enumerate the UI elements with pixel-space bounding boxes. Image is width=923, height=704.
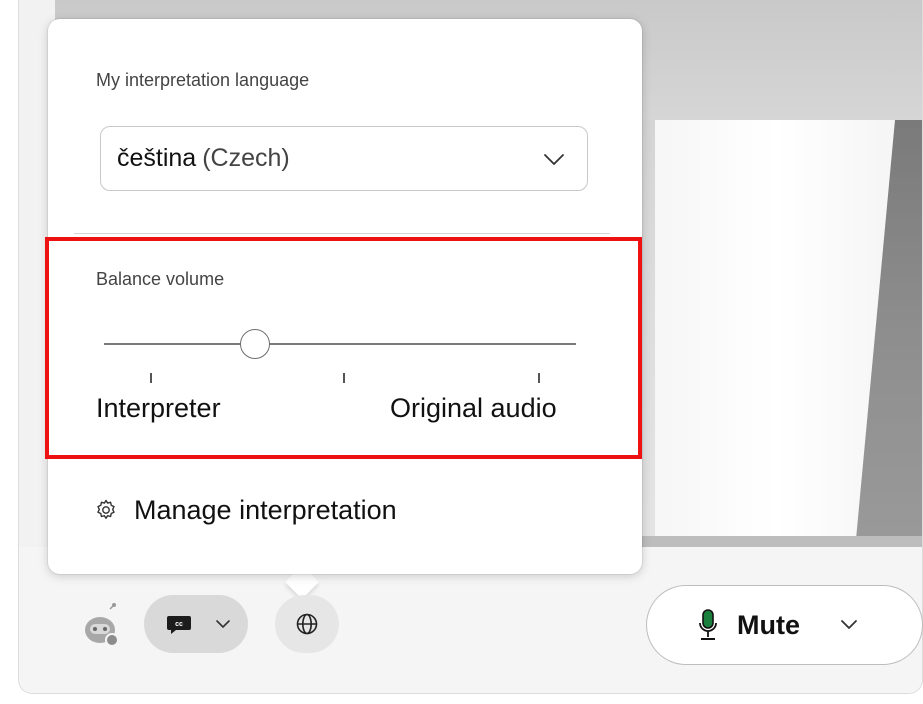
captions-button[interactable]: cc bbox=[144, 595, 248, 653]
balance-volume-slider-thumb[interactable] bbox=[240, 329, 271, 359]
cc-icon: cc bbox=[167, 616, 191, 634]
bot-avatar-icon[interactable] bbox=[80, 600, 124, 646]
balance-volume-label: Balance volume bbox=[96, 269, 225, 289]
slider-tick bbox=[150, 373, 152, 383]
manage-interpretation-button[interactable]: Manage interpretation bbox=[94, 488, 397, 532]
interpretation-language-label: My interpretation language bbox=[96, 70, 310, 90]
microphone-icon bbox=[699, 609, 717, 640]
language-select-value-sub: (Czech) bbox=[202, 144, 290, 172]
globe-icon bbox=[296, 613, 318, 635]
popup-divider bbox=[74, 233, 610, 234]
chevron-down-icon bbox=[216, 620, 230, 628]
chevron-down-icon bbox=[544, 154, 564, 165]
slider-label-interpreter: Interpreter bbox=[96, 393, 221, 423]
interpretation-language-select[interactable]: čeština (Czech) bbox=[100, 126, 588, 191]
slider-tick bbox=[343, 373, 345, 383]
mute-label: Mute bbox=[737, 609, 800, 640]
gear-icon bbox=[97, 499, 115, 519]
manage-interpretation-label: Manage interpretation bbox=[134, 494, 397, 525]
popup-arrow-cover bbox=[282, 560, 326, 574]
slider-label-original-audio: Original audio bbox=[390, 393, 557, 423]
language-select-value: čeština bbox=[117, 144, 197, 172]
mute-button[interactable]: Mute bbox=[646, 585, 923, 665]
balance-volume-slider-track[interactable] bbox=[104, 343, 576, 345]
slider-tick bbox=[538, 373, 540, 383]
interpretation-globe-button[interactable] bbox=[275, 595, 339, 653]
svg-text:cc: cc bbox=[175, 621, 183, 628]
chevron-down-icon[interactable] bbox=[840, 619, 858, 631]
